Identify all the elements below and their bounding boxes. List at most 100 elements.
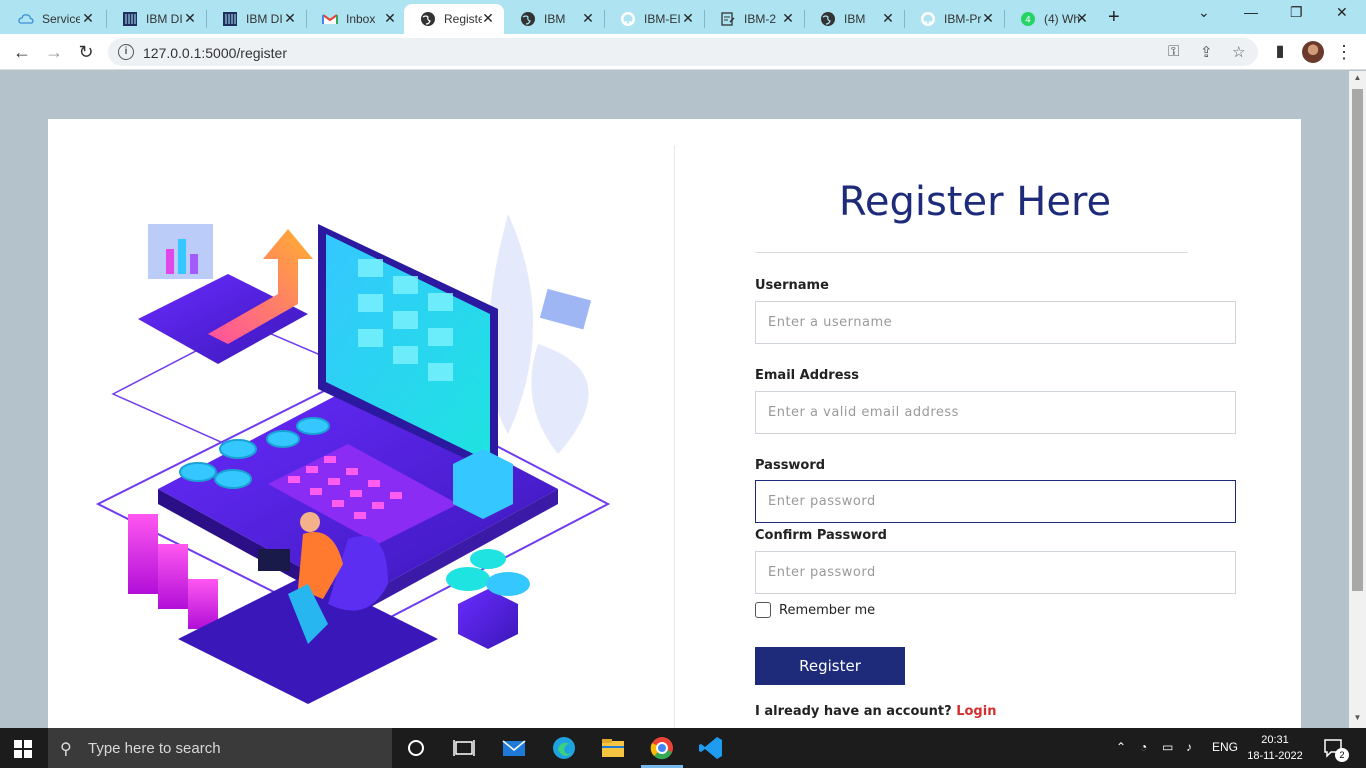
close-icon[interactable]: ✕ — [680, 10, 696, 27]
avatar[interactable] — [1302, 41, 1324, 63]
github-icon — [920, 11, 936, 27]
side-panel-icon[interactable]: ▮ — [1268, 40, 1292, 64]
close-icon[interactable]: ✕ — [80, 10, 96, 27]
tab-title: IBM — [844, 12, 866, 26]
register-card: Register Here Username Email Address Pas… — [48, 119, 1301, 728]
tab-title: IBM DI — [246, 12, 283, 26]
menu-icon[interactable]: ⋮ — [1332, 40, 1356, 64]
globe-icon — [520, 11, 536, 27]
bookmark-star-icon[interactable]: ☆ — [1232, 43, 1245, 61]
title-divider — [755, 252, 1188, 253]
tab-title: IBM DI — [146, 12, 183, 26]
tab-ibm-3[interactable]: IBM ✕ — [804, 4, 904, 34]
share-icon[interactable]: ⇪ — [1200, 43, 1213, 61]
tab-ibm-2[interactable]: IBM-2 ✕ — [704, 4, 804, 34]
cortana-icon[interactable] — [402, 734, 430, 762]
tab-title: Inbox — [346, 12, 376, 26]
tab-ibm-di-2[interactable]: IBM DI ✕ — [206, 4, 306, 34]
register-button[interactable]: Register — [755, 647, 905, 685]
info-icon[interactable]: i — [118, 44, 134, 60]
close-icon[interactable]: ✕ — [182, 10, 198, 27]
confirm-password-label: Confirm Password — [755, 528, 887, 543]
forward-button[interactable]: → — [42, 40, 66, 64]
file-explorer-icon[interactable] — [599, 734, 627, 762]
battery-icon[interactable]: ▭ — [1162, 740, 1173, 754]
email-input[interactable] — [755, 391, 1236, 434]
clock-date: 18-11-2022 — [1247, 750, 1303, 762]
key-icon[interactable]: ⚿ — [1168, 43, 1179, 60]
email-label: Email Address — [755, 368, 860, 383]
tab-title: IBM-Pr — [944, 12, 982, 26]
notification-count: 2 — [1335, 748, 1349, 762]
url-text[interactable]: 127.0.0.1:5000/register — [143, 45, 287, 61]
close-icon[interactable]: ✕ — [880, 10, 896, 27]
tab-title: IBM-EI — [644, 12, 681, 26]
close-icon[interactable]: ✕ — [382, 10, 398, 27]
tab-whatsapp[interactable]: 4 (4) Wh ✕ — [1004, 4, 1098, 34]
login-prompt: I already have an account? Login — [755, 704, 996, 719]
taskbar-search[interactable]: ⚲ Type here to search — [48, 728, 392, 768]
tab-ibm-1[interactable]: IBM ✕ — [504, 4, 604, 34]
doc-icon — [720, 11, 736, 27]
remember-me[interactable]: Remember me — [755, 602, 875, 618]
close-window-button[interactable]: ✕ — [1336, 4, 1348, 21]
tab-title: IBM — [544, 12, 566, 26]
close-icon[interactable]: ✕ — [480, 10, 496, 27]
scrollbar-thumb[interactable] — [1352, 89, 1363, 591]
username-input[interactable] — [755, 301, 1236, 344]
scroll-down-icon[interactable]: ▼ — [1349, 713, 1366, 722]
scroll-up-icon[interactable]: ▲ — [1349, 73, 1366, 82]
remember-checkbox[interactable] — [755, 602, 771, 618]
close-icon[interactable]: ✕ — [282, 10, 298, 27]
clock-time: 20:31 — [1261, 734, 1289, 746]
close-icon[interactable]: ✕ — [580, 10, 596, 27]
scrollbar[interactable]: ▲ ▼ — [1349, 71, 1366, 728]
tab-ibm-ei[interactable]: IBM-EI ✕ — [604, 4, 704, 34]
tab-title: Service — [42, 12, 80, 26]
reload-button[interactable]: ↻ — [74, 40, 98, 64]
tab-ibm-pr[interactable]: IBM-Pr ✕ — [904, 4, 1004, 34]
workspace-illustration — [95, 214, 611, 704]
grid-icon — [222, 11, 238, 27]
taskbar: ⚲ Type here to search ⌃ ◔ ▭ ♪ ENG 20:31 … — [0, 728, 1366, 768]
whatsapp-icon: 4 — [1020, 11, 1036, 27]
column-divider — [674, 145, 675, 728]
tab-search-icon[interactable]: ⌄ — [1198, 4, 1210, 21]
password-input[interactable] — [755, 480, 1236, 523]
tab-title: IBM-2 — [744, 12, 777, 26]
volume-icon[interactable]: ♪ — [1186, 740, 1192, 754]
chevron-up-icon[interactable]: ⌃ — [1116, 740, 1126, 754]
page-title: Register Here — [838, 179, 1112, 225]
close-icon[interactable]: ✕ — [780, 10, 796, 27]
browser-toolbar: ← → ↻ i 127.0.0.1:5000/register ⚿ ⇪ ☆ ▮ … — [0, 34, 1366, 70]
edge-icon[interactable] — [550, 734, 578, 762]
username-label: Username — [755, 278, 829, 293]
tab-inbox[interactable]: Inbox ✕ — [306, 4, 406, 34]
confirm-password-input[interactable] — [755, 551, 1236, 594]
account-text: I already have an account? — [755, 704, 952, 719]
address-bar[interactable]: i 127.0.0.1:5000/register ⚿ ⇪ ☆ — [108, 38, 1258, 66]
tab-strip: Service ✕ IBM DI ✕ IBM DI ✕ Inbox ✕ Regi… — [0, 0, 1366, 34]
tab-service[interactable]: Service ✕ — [2, 4, 104, 34]
back-button[interactable]: ← — [10, 40, 34, 64]
new-tab-button[interactable]: + — [1108, 6, 1120, 29]
clock[interactable]: 20:31 18-11-2022 — [1245, 732, 1305, 764]
cloud-icon — [18, 11, 34, 27]
windows-start-icon[interactable] — [14, 740, 32, 758]
close-icon[interactable]: ✕ — [1074, 10, 1090, 27]
vscode-icon[interactable] — [697, 734, 725, 762]
chrome-icon[interactable] — [648, 734, 676, 762]
mail-app-icon[interactable] — [500, 734, 528, 762]
grid-icon — [122, 11, 138, 27]
search-icon: ⚲ — [60, 741, 72, 758]
network-icon[interactable]: ◔ — [1140, 740, 1147, 754]
task-view-icon[interactable] — [450, 734, 478, 762]
language-indicator[interactable]: ENG — [1212, 740, 1238, 754]
login-link[interactable]: Login — [956, 704, 996, 719]
tab-register[interactable]: Registe ✕ — [404, 4, 504, 34]
svg-text:4: 4 — [1025, 16, 1031, 26]
close-icon[interactable]: ✕ — [980, 10, 996, 27]
restore-button[interactable]: ❐ — [1290, 4, 1303, 21]
minimize-button[interactable]: — — [1244, 4, 1258, 20]
tab-ibm-di-1[interactable]: IBM DI ✕ — [106, 4, 206, 34]
